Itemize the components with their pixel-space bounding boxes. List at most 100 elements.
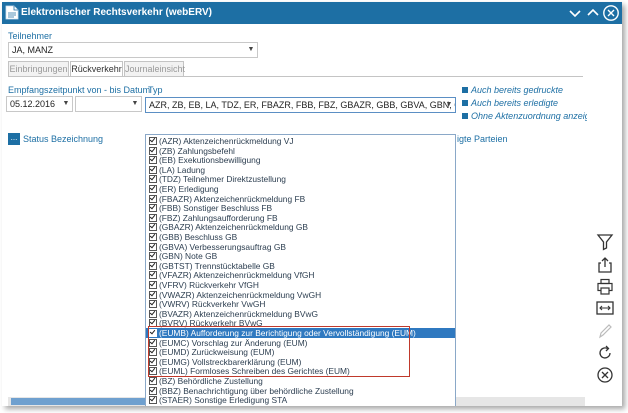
date-to-field[interactable]: ▼ (75, 96, 142, 112)
typ-option-label: (EUMC) Vorschlag zur Änderung (EUM) (159, 337, 308, 348)
teilnehmer-select[interactable]: JA, MANZ ▼ (8, 42, 258, 58)
checkbox-checked-icon[interactable] (149, 252, 157, 261)
typ-dropdown-list[interactable]: (AZR) Aktenzeichenrückmeldung VJ (ZB) Zah… (145, 134, 456, 406)
typ-option-item[interactable]: (EUMG) Vollstreckbarerklärung (EUM) (146, 357, 455, 367)
checkbox-icon (462, 113, 468, 119)
date-from-value: 05.12.2016 (10, 99, 56, 109)
date-from-field[interactable]: 05.12.2016 ▼ (6, 96, 73, 112)
checkbox-checked-icon[interactable] (149, 261, 157, 270)
typ-select[interactable]: AZR, ZB, EB, LA, TDZ, ER, FBAZR, FBB, FB… (145, 97, 456, 113)
checkbox-checked-icon[interactable] (149, 348, 157, 357)
checkbox-checked-icon[interactable] (149, 223, 157, 232)
typ-option-item[interactable]: (FBZ) Zahlungsaufforderung FB (146, 213, 455, 223)
checkbox-checked-icon[interactable] (149, 309, 157, 318)
export-icon[interactable] (595, 255, 615, 275)
checkbox-checked-icon[interactable] (149, 357, 157, 366)
checkbox-checked-icon[interactable] (149, 156, 157, 165)
checkbox-checked-icon[interactable] (149, 137, 157, 145)
typ-option-item[interactable]: (ER) Erledigung (146, 184, 455, 194)
option-no-file[interactable]: Ohne Aktenzuordnung anzeigen (462, 111, 600, 121)
edit-icon[interactable] (595, 321, 615, 341)
checkbox-checked-icon[interactable] (149, 194, 157, 203)
document-app-icon (5, 5, 19, 20)
tab-divider (8, 76, 583, 77)
checkbox-checked-icon[interactable] (149, 290, 157, 299)
typ-option-label: (GBB) Beschluss GB (159, 232, 238, 242)
checkbox-checked-icon[interactable] (149, 386, 157, 395)
typ-option-item[interactable]: (BZ) Behördliche Zustellung (146, 376, 455, 386)
checkbox-checked-icon[interactable] (149, 233, 157, 241)
checkbox-checked-icon[interactable] (149, 329, 157, 337)
columns-icon[interactable] (595, 298, 615, 318)
option-printed[interactable]: Auch bereits gedruckte (462, 85, 563, 95)
typ-option-item[interactable]: (GBB) Beschluss GB (146, 232, 455, 242)
print-icon[interactable] (595, 277, 615, 297)
typ-option-item[interactable]: (TDZ) Teilnehmer Direktzustellung (146, 174, 455, 184)
checkbox-checked-icon[interactable] (149, 367, 157, 376)
main-panel: Teilnehmer JA, MANZ ▼ Einbringungen Rück… (2, 24, 600, 406)
typ-option-item[interactable]: (EUMB) Aufforderung zur Berichtigung ode… (146, 328, 455, 338)
typ-option-item[interactable]: (EUML) Formloses Schreiben des Gerichtes… (146, 366, 455, 376)
checkbox-checked-icon[interactable] (149, 338, 157, 347)
typ-option-item[interactable]: (BVRV) Rückverkehr BVwG (146, 318, 455, 328)
typ-option-label: (GBAZR) Aktenzeichenrückmeldung GB (159, 222, 308, 233)
typ-option-item[interactable]: (GBTST) Trennstücktabelle GB (146, 261, 455, 271)
checkbox-checked-icon[interactable] (149, 242, 157, 251)
checkbox-checked-icon[interactable] (149, 377, 157, 385)
refresh-icon[interactable] (595, 343, 615, 363)
expand-chevron-icon[interactable] (584, 4, 602, 22)
checkbox-checked-icon[interactable] (149, 319, 157, 328)
filter-icon[interactable] (595, 232, 615, 252)
checkbox-checked-icon[interactable] (149, 396, 157, 405)
checkbox-checked-icon[interactable] (149, 165, 157, 174)
typ-option-item[interactable]: (EB) Exekutionsbewilligung (146, 155, 455, 165)
typ-option-item[interactable]: (GBN) Note GB (146, 251, 455, 261)
tab-rueckverkehr[interactable]: Rückverkehr (70, 61, 123, 77)
chevron-down-icon: ▼ (131, 100, 139, 107)
typ-option-item[interactable]: (BBZ) Benachrichtigung über behördliche … (146, 386, 455, 396)
option-done[interactable]: Auch bereits erledigte (462, 98, 558, 108)
checkbox-checked-icon[interactable] (149, 146, 157, 155)
collapse-chevron-icon[interactable] (566, 4, 584, 22)
more-columns-button[interactable]: ... (8, 133, 20, 145)
close-icon[interactable] (602, 4, 620, 22)
checkbox-checked-icon[interactable] (149, 281, 157, 289)
app-window: Elektronischer Rechtsverkehr (webERV) Te… (2, 2, 622, 406)
column-parteien[interactable]: igte Parteien (457, 134, 508, 144)
typ-option-item[interactable]: (ZB) Zahlungsbefehl (146, 146, 455, 156)
typ-option-label: (BBZ) Benachrichtigung über behördliche … (159, 385, 354, 396)
typ-option-item[interactable]: (VWRV) Rückverkehr VwGH (146, 299, 455, 309)
checkbox-icon (462, 100, 468, 106)
typ-option-item[interactable]: (FBAZR) Aktenzeichenrückmeldung FB (146, 194, 455, 204)
typ-option-item[interactable]: (FBB) Sonstiger Beschluss FB (146, 203, 455, 213)
column-status[interactable]: Status (23, 134, 49, 144)
cancel-icon[interactable] (595, 365, 615, 385)
typ-option-item[interactable]: (VFAZR) Aktenzeichenrückmeldung VfGH (146, 270, 455, 280)
typ-option-item[interactable]: (EUMC) Vorschlag zur Änderung (EUM) (146, 338, 455, 348)
typ-option-item[interactable]: (LA) Ladung (146, 165, 455, 175)
checkbox-checked-icon[interactable] (149, 204, 157, 213)
typ-option-item[interactable]: (AZR) Aktenzeichenrückmeldung VJ (146, 136, 455, 146)
tab-einbringungen[interactable]: Einbringungen (8, 61, 69, 77)
checkbox-icon (462, 87, 468, 93)
typ-option-item[interactable]: (VFRV) Rückverkehr VfGH (146, 280, 455, 290)
scrollbar-thumb[interactable] (11, 398, 148, 405)
checkbox-checked-icon[interactable] (149, 271, 157, 280)
checkbox-checked-icon[interactable] (149, 213, 157, 222)
checkbox-checked-icon[interactable] (149, 185, 157, 193)
typ-option-item[interactable]: (GBVA) Verbesserungsauftrag GB (146, 242, 455, 252)
chevron-down-icon: ▼ (62, 100, 70, 107)
tab-journaleinsicht[interactable]: Journaleinsicht (124, 61, 185, 77)
typ-option-item[interactable]: (VWAZR) Aktenzeichenrückmeldung VwGH (146, 290, 455, 300)
typ-option-item[interactable]: (STAER) Sonstige Erledigung STA (146, 395, 455, 405)
typ-option-item[interactable]: (GBAZR) Aktenzeichenrückmeldung GB (146, 222, 455, 232)
typ-option-label: (VWRV) Rückverkehr VwGH (159, 299, 266, 310)
typ-option-label: (GBVA) Verbesserungsauftrag GB (159, 241, 286, 252)
checkbox-checked-icon[interactable] (149, 175, 157, 184)
checkbox-checked-icon[interactable] (149, 300, 157, 309)
typ-option-item[interactable]: (EUMD) Zurückweisung (EUM) (146, 347, 455, 357)
option-printed-label: Auch bereits gedruckte (471, 85, 564, 95)
column-bezeichnung[interactable]: Bezeichnung (51, 134, 103, 144)
option-no-file-label: Ohne Aktenzuordnung anzeigen (471, 111, 600, 121)
typ-option-item[interactable]: (BVAZR) Aktenzeichenrückmeldung BVwG (146, 309, 455, 319)
